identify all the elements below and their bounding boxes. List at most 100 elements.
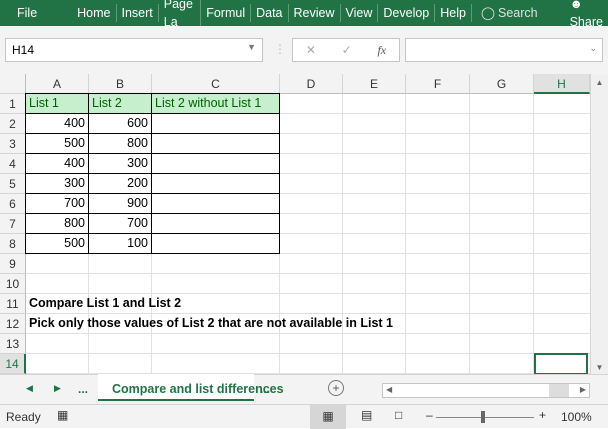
scroll-right-icon[interactable]: ▶ — [580, 385, 586, 394]
row-header-3[interactable]: 3 — [0, 134, 26, 154]
macro-record-icon[interactable]: ▦ — [57, 408, 68, 422]
normal-view-icon[interactable]: ▦ — [310, 405, 346, 429]
note-text[interactable]: Compare List 1 and List 2 — [26, 294, 184, 314]
insert-function-icon[interactable]: fx — [377, 43, 386, 58]
list1-cell[interactable]: 300 — [25, 173, 89, 194]
row-header-6[interactable]: 6 — [0, 194, 26, 214]
status-text: Ready — [6, 410, 41, 424]
tab-formulas[interactable]: Formul — [201, 4, 252, 22]
row-header-12[interactable]: 12 — [0, 314, 26, 334]
tab-home[interactable]: Home — [72, 4, 117, 22]
list1-cell[interactable]: 400 — [25, 113, 89, 134]
add-sheet-icon[interactable]: + — [328, 380, 344, 396]
column-header-f[interactable]: F — [406, 74, 470, 94]
tab-developer[interactable]: Develop — [378, 4, 436, 22]
gridline — [405, 94, 406, 374]
list2-cell[interactable]: 700 — [88, 213, 152, 234]
zoom-in-button[interactable]: + — [539, 408, 546, 422]
lightbulb-icon: ◯ — [480, 6, 495, 20]
name-box-value: H14 — [12, 43, 35, 57]
column-header-d[interactable]: D — [280, 74, 343, 94]
column-header-h[interactable]: H — [534, 74, 590, 94]
row-header-9[interactable]: 9 — [0, 254, 26, 274]
next-sheet-icon[interactable]: ▶ — [54, 383, 61, 394]
page-layout-view-icon[interactable]: ▤ — [361, 408, 372, 422]
table-header-cell[interactable]: List 1 — [25, 93, 89, 114]
scrollbar-track — [549, 384, 569, 397]
list1-cell[interactable]: 500 — [25, 133, 89, 154]
result-cell[interactable] — [151, 213, 280, 234]
column-header-g[interactable]: G — [470, 74, 534, 94]
scroll-left-icon[interactable]: ◀ — [386, 385, 392, 394]
tab-view[interactable]: View — [341, 4, 379, 22]
zoom-slider-thumb[interactable] — [481, 411, 485, 423]
row-header-5[interactable]: 5 — [0, 174, 26, 194]
list2-cell[interactable]: 300 — [88, 153, 152, 174]
result-cell[interactable] — [151, 173, 280, 194]
vertical-scrollbar[interactable]: ▲ ▼ — [590, 74, 608, 374]
cancel-icon[interactable]: ✕ — [306, 43, 316, 57]
row-header-1[interactable]: 1 — [0, 94, 26, 114]
search-button[interactable]: ◯ Search — [476, 4, 543, 22]
name-box[interactable]: H14 ▼ — [5, 38, 263, 62]
expand-icon[interactable]: ⌄ — [589, 43, 597, 54]
column-header-e[interactable]: E — [343, 74, 406, 94]
page-break-view-icon[interactable]: □ — [395, 408, 402, 422]
list1-cell[interactable]: 400 — [25, 153, 89, 174]
enter-icon[interactable]: ✓ — [342, 43, 352, 57]
row-header-13[interactable]: 13 — [0, 334, 26, 354]
more-sheets-right[interactable]: ... — [260, 382, 270, 396]
column-header-c[interactable]: C — [152, 74, 280, 94]
list1-cell[interactable]: 500 — [25, 233, 89, 254]
row-header-7[interactable]: 7 — [0, 214, 26, 234]
select-all-corner[interactable] — [0, 74, 26, 94]
column-header-b[interactable]: B — [89, 74, 152, 94]
result-cell[interactable] — [151, 193, 280, 214]
result-cell[interactable] — [151, 233, 280, 254]
result-cell[interactable] — [151, 153, 280, 174]
gridline — [26, 353, 590, 354]
row-header-2[interactable]: 2 — [0, 114, 26, 134]
person-icon: ☻ — [569, 0, 583, 11]
gridline — [26, 273, 590, 274]
gridline — [533, 94, 534, 374]
row-header-11[interactable]: 11 — [0, 294, 26, 314]
list2-cell[interactable]: 800 — [88, 133, 152, 154]
row-header-8[interactable]: 8 — [0, 234, 26, 254]
row-header-4[interactable]: 4 — [0, 154, 26, 174]
list2-cell[interactable]: 900 — [88, 193, 152, 214]
table-header-cell[interactable]: List 2 without List 1 — [151, 93, 280, 114]
chevron-down-icon[interactable]: ▼ — [247, 42, 256, 52]
ribbon: File Home Insert Page La Formul Data Rev… — [0, 0, 608, 31]
horizontal-scrollbar[interactable]: ◀ ▶ — [382, 383, 590, 398]
note-text[interactable]: Pick only those values of List 2 that ar… — [26, 314, 396, 334]
row-header-14[interactable]: 14 — [0, 354, 26, 374]
formula-input[interactable]: ⌄ — [405, 38, 603, 62]
row-header-10[interactable]: 10 — [0, 274, 26, 294]
zoom-slider[interactable] — [436, 417, 534, 418]
list2-cell[interactable]: 600 — [88, 113, 152, 134]
tab-insert[interactable]: Insert — [117, 4, 159, 22]
sheet-tab-compare[interactable]: Compare and list differences — [98, 374, 284, 401]
tab-help[interactable]: Help — [435, 4, 472, 22]
more-sheets[interactable]: ... — [78, 382, 88, 396]
selected-cell-h14[interactable] — [534, 353, 588, 375]
column-header-a[interactable]: A — [26, 74, 89, 94]
scroll-down-icon[interactable]: ▼ — [591, 363, 608, 372]
tab-data[interactable]: Data — [251, 4, 289, 22]
status-bar: Ready ▦ ▦ ▤ □ – + 100% — [0, 404, 608, 429]
list1-cell[interactable]: 700 — [25, 193, 89, 214]
tab-file[interactable]: File — [12, 4, 42, 22]
table-header-cell[interactable]: List 2 — [88, 93, 152, 114]
zoom-level[interactable]: 100% — [561, 410, 592, 424]
drag-handle-icon[interactable]: ⋮ — [274, 42, 286, 56]
zoom-out-button[interactable]: – — [426, 408, 433, 422]
list2-cell[interactable]: 100 — [88, 233, 152, 254]
list2-cell[interactable]: 200 — [88, 173, 152, 194]
list1-cell[interactable]: 800 — [25, 213, 89, 234]
scroll-up-icon[interactable]: ▲ — [591, 78, 608, 87]
result-cell[interactable] — [151, 133, 280, 154]
result-cell[interactable] — [151, 113, 280, 134]
tab-review[interactable]: Review — [289, 4, 341, 22]
prev-sheet-icon[interactable]: ◀ — [26, 383, 33, 394]
